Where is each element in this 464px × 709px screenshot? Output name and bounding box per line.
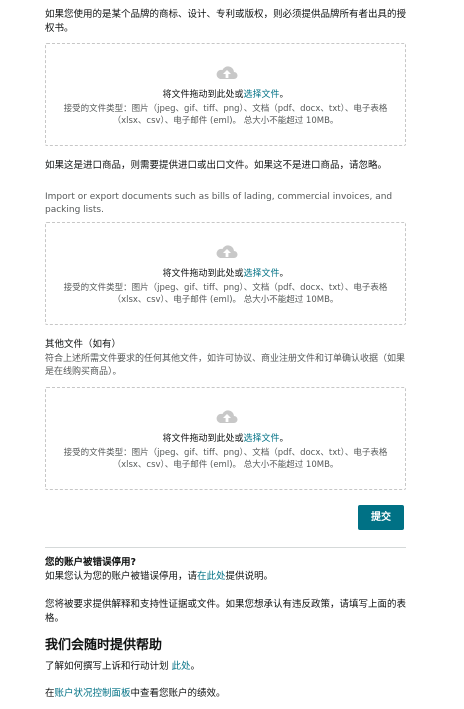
help-line2-suffix: 中查看您账户的绩效。 [130, 688, 226, 699]
drag-text: 将文件拖动到此处或 [162, 434, 244, 444]
account-text-suffix: 提供说明。 [225, 571, 274, 582]
account-health-dashboard-link[interactable]: 账户状况控制面板 [55, 688, 131, 699]
cloud-upload-icon [216, 245, 238, 258]
account-text-prefix: 如果您认为您的账户被错误停用，请 [45, 571, 198, 582]
select-file-link[interactable]: 选择文件 [243, 434, 279, 444]
help-title: 我们会随时提供帮助 [45, 638, 163, 653]
brand-description: 如果您使用的是某个品牌的商标、设计、专利或版权，则必须提供品牌所有者出具的授权书… [45, 9, 407, 34]
accepted-types: 接受的文件类型：图片（jpeg、gif、tiff、png）、文档（pdf、doc… [63, 283, 388, 305]
divider [45, 547, 406, 548]
drag-text: 将文件拖动到此处或 [162, 90, 244, 100]
help-section: 我们会随时提供帮助 了解如何撰写上诉和行动计划 此处。 在账户状况控制面板中查看… [45, 637, 406, 701]
account-paragraph: 您将被要求提供解释和支持性证据或文件。如果您想承认有违反政策，请填写上面的表格。 [45, 599, 407, 624]
accepted-types: 接受的文件类型：图片（jpeg、gif、tiff、png）、文档（pdf、doc… [63, 104, 388, 126]
select-file-link[interactable]: 选择文件 [243, 90, 279, 100]
cloud-upload-icon [216, 410, 238, 423]
select-file-link[interactable]: 选择文件 [243, 269, 279, 279]
account-section: 您的账户被错误停用? 如果您认为您的账户被错误停用，请在此处提供说明。 您将被要… [45, 556, 406, 626]
import-hint: Import or export documents such as bills… [45, 192, 393, 215]
explain-here-link[interactable]: 在此处 [197, 571, 226, 582]
other-title: 其他文件（如有） [45, 339, 122, 350]
help-line2-prefix: 在 [45, 688, 55, 699]
dropzone-import[interactable]: 将文件拖动到此处或选择文件。 接受的文件类型：图片（jpeg、gif、tiff、… [45, 222, 406, 325]
appeal-guide-link[interactable]: 此处 [172, 661, 191, 672]
cloud-upload-icon [216, 66, 238, 79]
submit-button[interactable]: 提交 [358, 505, 404, 530]
accepted-types: 接受的文件类型：图片（jpeg、gif、tiff、png）、文档（pdf、doc… [63, 448, 388, 470]
account-title: 您的账户被错误停用? [45, 557, 137, 568]
dropzone-other[interactable]: 将文件拖动到此处或选择文件。 接受的文件类型：图片（jpeg、gif、tiff、… [45, 387, 406, 490]
help-line1-prefix: 了解如何撰写上诉和行动计划 [45, 661, 172, 672]
other-hint: 符合上述所需文件要求的任何其他文件，如许可协议、商业注册文件和订单确认收据（如果… [45, 354, 406, 377]
import-description: 如果这是进口商品，则需要提供进口或出口文件。如果这不是进口商品，请忽略。 [45, 160, 388, 171]
dropzone-brand[interactable]: 将文件拖动到此处或选择文件。 接受的文件类型：图片（jpeg、gif、tiff、… [45, 43, 406, 146]
drag-text: 将文件拖动到此处或 [162, 269, 244, 279]
